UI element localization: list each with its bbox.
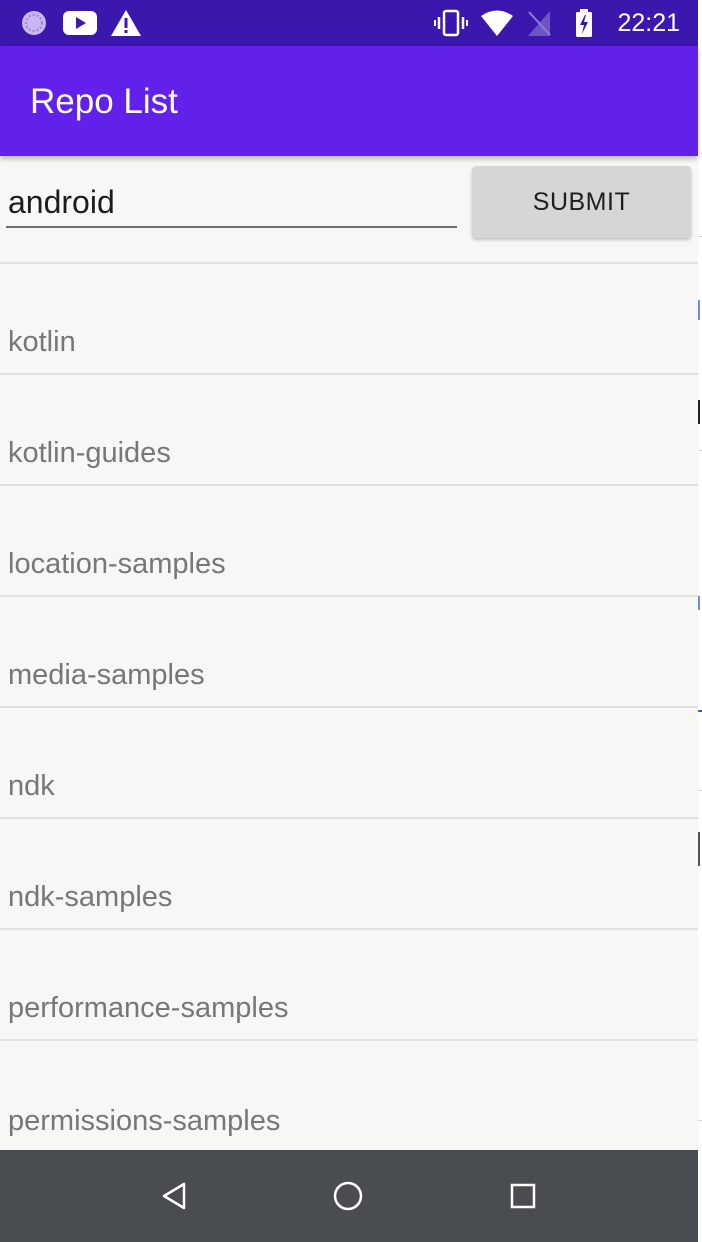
list-item[interactable]: ndk-samples xyxy=(0,819,698,930)
repo-name: performance-samples xyxy=(8,992,289,1024)
search-input[interactable] xyxy=(6,178,457,228)
edge-text-fragment xyxy=(698,400,700,424)
home-icon[interactable] xyxy=(330,1178,366,1214)
warning-icon xyxy=(110,9,142,37)
list-item[interactable]: permissions-samples xyxy=(0,1041,698,1150)
edge-link-fragment xyxy=(698,300,700,320)
repo-name: kotlin xyxy=(8,326,76,358)
edge-text-fragment xyxy=(698,832,700,866)
repo-name: kotlin-guides xyxy=(8,437,171,469)
youtube-icon xyxy=(62,9,98,37)
navigation-bar xyxy=(0,1150,698,1242)
edge-line xyxy=(698,450,702,451)
edge-line xyxy=(698,790,702,791)
back-icon[interactable] xyxy=(156,1178,192,1214)
status-bar: 22:21 xyxy=(0,0,698,46)
no-sim-icon xyxy=(526,9,552,37)
repo-name: ndk xyxy=(8,770,55,802)
wifi-icon xyxy=(480,9,514,37)
vibrate-icon xyxy=(434,9,468,37)
list-item[interactable]: ndk xyxy=(0,708,698,819)
edge-line xyxy=(698,710,702,712)
list-item[interactable]: location-samples xyxy=(0,486,698,597)
repo-list: kotlin kotlin-guides location-samples me… xyxy=(0,264,698,1150)
list-item[interactable]: kotlin-guides xyxy=(0,375,698,486)
recents-icon[interactable] xyxy=(505,1178,541,1214)
edge-line xyxy=(698,1120,702,1121)
battery-charging-icon xyxy=(574,9,594,37)
list-item[interactable]: performance-samples xyxy=(0,930,698,1041)
submit-button[interactable]: SUBMIT xyxy=(472,166,691,238)
background-page-edge xyxy=(698,0,702,1242)
repo-name: location-samples xyxy=(8,548,226,580)
app-bar: Repo List xyxy=(0,46,698,156)
page-title: Repo List xyxy=(30,82,178,121)
repo-name: ndk-samples xyxy=(8,881,173,913)
repo-name: media-samples xyxy=(8,659,205,691)
repo-name: permissions-samples xyxy=(8,1105,281,1137)
list-item[interactable]: kotlin xyxy=(0,264,698,375)
main-content: SUBMIT kotlin kotlin-guides location-sam… xyxy=(0,156,698,1150)
app-notification-icon xyxy=(20,9,48,37)
edge-line xyxy=(698,236,702,237)
list-item[interactable]: media-samples xyxy=(0,597,698,708)
edge-link-fragment xyxy=(698,596,700,610)
clock: 22:21 xyxy=(617,9,680,37)
